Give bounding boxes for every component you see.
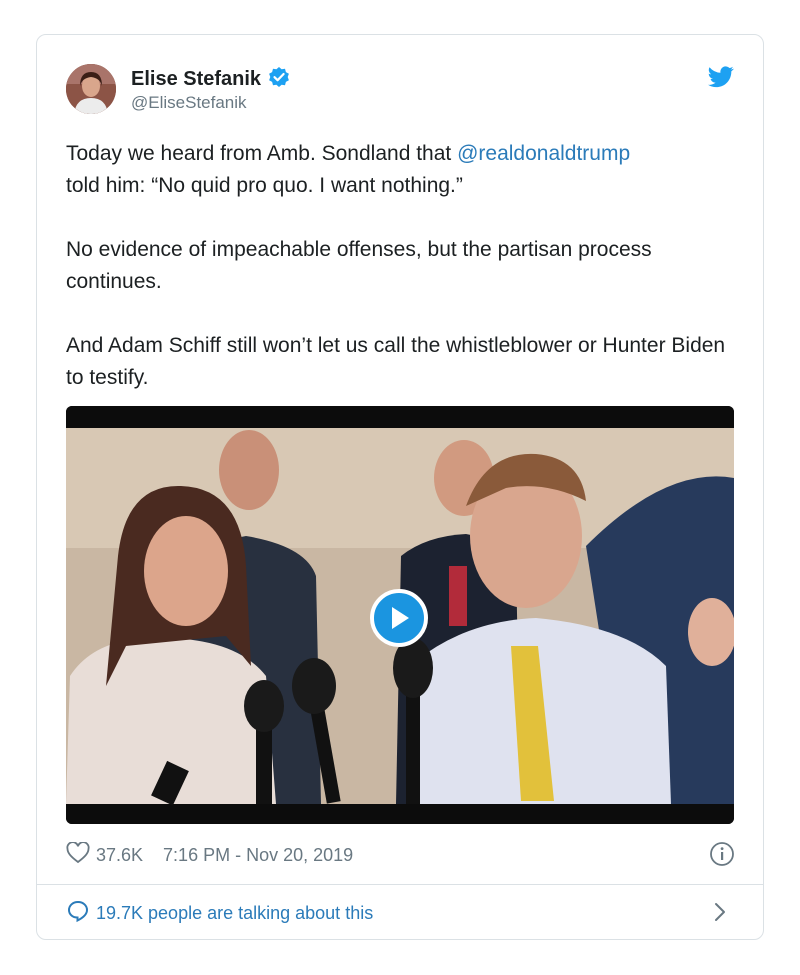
mention-link[interactable]: @realdonaldtrump	[457, 142, 630, 165]
like-count[interactable]: 37.6K	[96, 845, 143, 866]
tweet-text-segment: Today we heard from Amb. Sondland that	[66, 142, 458, 165]
avatar[interactable]	[66, 64, 116, 114]
speech-bubble-icon	[66, 899, 90, 928]
play-icon[interactable]	[370, 589, 428, 647]
author-handle[interactable]: @EliseStefanik	[131, 93, 247, 113]
divider	[37, 884, 763, 885]
info-icon[interactable]	[709, 841, 735, 872]
tweet-timestamp[interactable]: 7:16 PM - Nov 20, 2019	[163, 845, 353, 866]
verified-badge-icon	[268, 66, 290, 93]
author-name-row: Elise Stefanik	[131, 66, 290, 93]
tweet-paragraph: And Adam Schiff still won’t let us call …	[66, 334, 726, 389]
tweet-paragraph: Today we heard from Amb. Sondland that @…	[66, 138, 746, 202]
tweet-body: Today we heard from Amb. Sondland that @…	[66, 138, 746, 426]
chevron-right-icon[interactable]	[714, 902, 726, 927]
tweet-paragraph: No evidence of impeachable offenses, but…	[66, 238, 652, 293]
tweet-meta: 37.6K 7:16 PM - Nov 20, 2019	[66, 841, 353, 869]
author-display-name[interactable]: Elise Stefanik	[131, 68, 261, 91]
heart-icon[interactable]	[66, 841, 90, 869]
tweet-text-segment: told him: “No quid pro quo. I want nothi…	[66, 174, 463, 197]
twitter-bird-icon[interactable]	[708, 66, 734, 93]
talking-count[interactable]: 19.7K people are talking about this	[96, 903, 373, 924]
conversation-link[interactable]: 19.7K people are talking about this	[66, 899, 373, 928]
